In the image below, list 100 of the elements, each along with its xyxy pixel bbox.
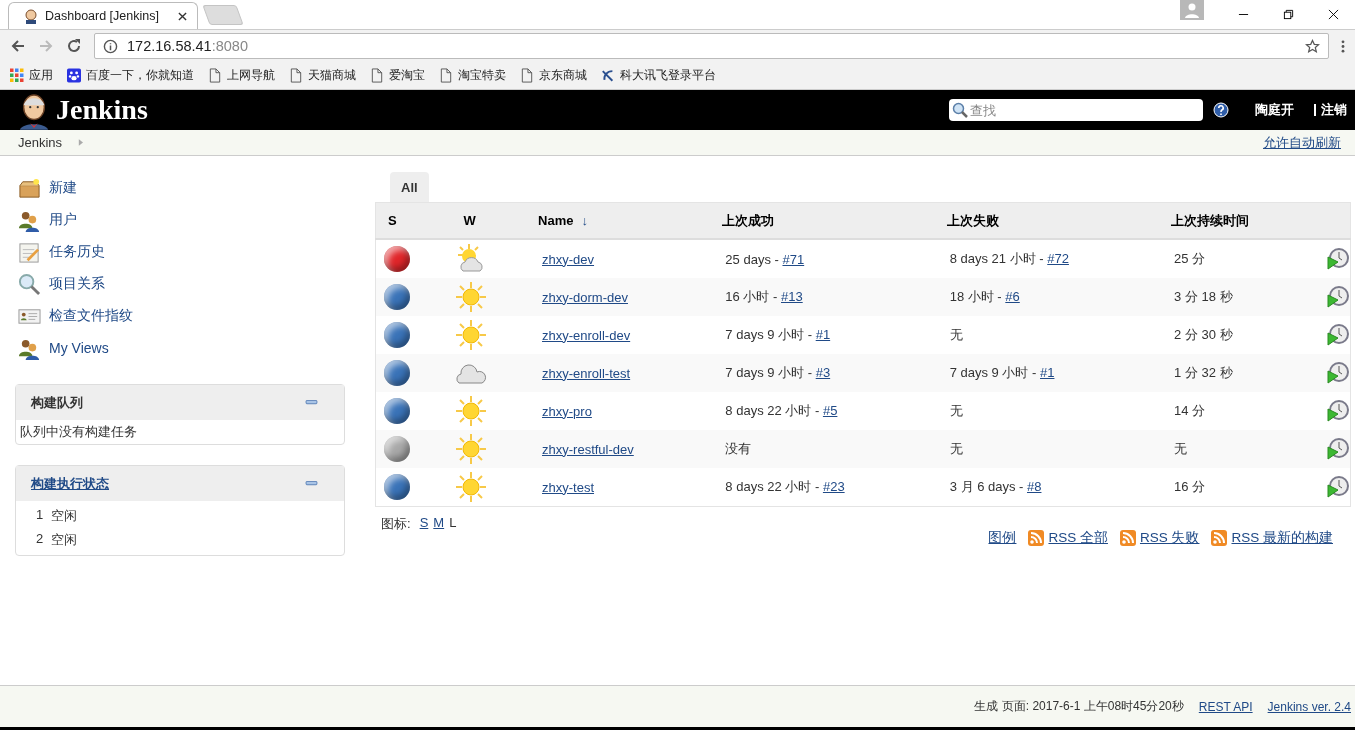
bookmark-item[interactable]: 科大讯飞登录平台 bbox=[601, 67, 716, 84]
caret-icon[interactable] bbox=[78, 139, 84, 146]
icon-size-current: L bbox=[449, 515, 457, 530]
bookmark-item[interactable]: 淘宝特卖 bbox=[439, 67, 506, 84]
column-header[interactable]: 上次失败 bbox=[946, 212, 999, 228]
version-link[interactable]: Jenkins ver. 2.4 bbox=[1267, 699, 1351, 714]
butler-logo-icon bbox=[18, 92, 50, 130]
star-icon[interactable] bbox=[1305, 38, 1320, 54]
bookmark-item[interactable]: 爱淘宝 bbox=[370, 67, 425, 84]
last-success-text: 7 days 9 小时 - bbox=[725, 327, 813, 342]
column-header[interactable]: Name bbox=[538, 213, 574, 228]
generated-time-text: 生成 页面: 2017-6-1 上午08时45分20秒 bbox=[974, 698, 1184, 715]
success-build-link[interactable]: #5 bbox=[822, 403, 838, 418]
clock-play-icon[interactable] bbox=[1326, 437, 1350, 461]
sidebar-item[interactable]: 任务历史 bbox=[15, 236, 345, 268]
clock-play-icon[interactable] bbox=[1326, 475, 1350, 499]
bookmark-item[interactable]: 京东商城 bbox=[520, 67, 587, 84]
sidebar-item[interactable]: 项目关系 bbox=[15, 268, 345, 300]
rss-link[interactable]: RSS 全部 bbox=[1048, 529, 1108, 547]
executor-state: 空闲 bbox=[51, 507, 78, 525]
job-link[interactable]: zhxy-dev bbox=[542, 251, 595, 267]
reload-icon[interactable] bbox=[66, 38, 82, 54]
sidebar-item[interactable]: 新建 bbox=[15, 172, 345, 204]
job-link[interactable]: zhxy-dorm-dev bbox=[542, 289, 628, 305]
browser-tab[interactable]: Dashboard [Jenkins] bbox=[8, 2, 198, 29]
jenkins-logo-text[interactable]: Jenkins bbox=[56, 94, 148, 126]
auto-refresh-link[interactable]: 允许自动刷新 bbox=[1263, 133, 1341, 152]
collapse-icon[interactable] bbox=[305, 400, 318, 405]
rss-icon[interactable] bbox=[1028, 530, 1045, 546]
menu-icon[interactable] bbox=[1341, 38, 1345, 54]
last-failure-text: 7 days 9 小时 - bbox=[949, 365, 1037, 380]
user-link[interactable]: 陶庭开 bbox=[1255, 101, 1294, 119]
clock-play-icon[interactable] bbox=[1326, 361, 1350, 385]
success-build-link[interactable]: #3 bbox=[815, 365, 831, 380]
legend-link[interactable]: 图例 bbox=[988, 529, 1017, 547]
success-build-link[interactable]: #71 bbox=[782, 251, 805, 267]
last-success-text: 25 days - bbox=[725, 251, 779, 267]
sun-icon bbox=[454, 395, 487, 427]
last-failure-text: 3 月 6 days - bbox=[949, 479, 1024, 494]
sidebar-item[interactable]: 用户 bbox=[15, 204, 345, 236]
rss-link[interactable]: RSS 最新的构建 bbox=[1231, 529, 1333, 547]
back-icon[interactable] bbox=[10, 38, 26, 54]
last-failure-text: 无 bbox=[949, 327, 963, 342]
close-icon[interactable] bbox=[178, 11, 187, 21]
bookmark-item[interactable]: 天猫商城 bbox=[289, 67, 356, 84]
search-field[interactable]: 查找 bbox=[949, 99, 1203, 121]
icon-size-label: 图标: bbox=[381, 515, 411, 533]
job-link[interactable]: zhxy-pro bbox=[542, 403, 592, 419]
bookmark-item[interactable]: 上网导航 bbox=[208, 67, 275, 84]
sidebar-item[interactable]: My Views bbox=[15, 332, 345, 364]
clock-play-icon[interactable] bbox=[1326, 285, 1350, 309]
column-header[interactable]: S bbox=[388, 213, 397, 228]
clock-play-icon[interactable] bbox=[1326, 323, 1350, 347]
rss-icon[interactable] bbox=[1119, 530, 1136, 546]
address-field[interactable]: 172.16.58.41:8080 bbox=[94, 33, 1329, 59]
sun-icon bbox=[454, 471, 487, 503]
last-success-text: 8 days 22 小时 - bbox=[725, 479, 820, 494]
bookmark-item[interactable]: 百度一下，你就知道 bbox=[67, 67, 194, 84]
failure-build-link[interactable]: #1 bbox=[1040, 365, 1055, 380]
duration-text: 1 分 32 秒 bbox=[1174, 365, 1233, 380]
last-failure-text: 无 bbox=[949, 441, 963, 456]
queue-empty-text: 队列中没有构建任务 bbox=[20, 423, 138, 441]
sidebar-item[interactable]: 检查文件指纹 bbox=[15, 300, 345, 332]
column-header[interactable]: W bbox=[463, 213, 476, 228]
failure-build-link[interactable]: #8 bbox=[1027, 479, 1042, 494]
last-failure-text: 8 days 21 小时 - bbox=[949, 251, 1044, 266]
job-link[interactable]: zhxy-enroll-dev bbox=[542, 327, 631, 343]
notepad-icon bbox=[18, 240, 41, 264]
close-icon[interactable] bbox=[1328, 9, 1339, 20]
maximize-icon[interactable] bbox=[1283, 9, 1294, 20]
failure-build-link[interactable]: #72 bbox=[1047, 251, 1069, 266]
clock-play-icon[interactable] bbox=[1326, 247, 1350, 271]
executor-number: 1 bbox=[36, 507, 44, 524]
duration-text: 无 bbox=[1174, 441, 1187, 456]
panel-title-link[interactable]: 构建执行状态 bbox=[31, 474, 109, 493]
success-build-link[interactable]: #13 bbox=[781, 289, 803, 304]
success-build-link[interactable]: #1 bbox=[815, 327, 831, 342]
executor-state: 空闲 bbox=[51, 531, 78, 549]
breadcrumb-link[interactable]: Jenkins bbox=[18, 135, 63, 150]
view-tab[interactable]: All bbox=[390, 172, 429, 202]
column-header[interactable]: 上次成功 bbox=[722, 212, 775, 228]
success-build-link[interactable]: #23 bbox=[822, 479, 845, 494]
magnifier-icon bbox=[18, 272, 41, 296]
icon-size-link[interactable]: M bbox=[433, 515, 445, 530]
icon-size-link[interactable]: S bbox=[419, 515, 429, 530]
logout-link[interactable]: 注销 bbox=[1314, 104, 1347, 116]
job-link[interactable]: zhxy-test bbox=[542, 479, 595, 495]
page-icon bbox=[208, 68, 222, 83]
sun-icon bbox=[454, 319, 487, 351]
last-success-text: 没有 bbox=[725, 441, 752, 456]
rest-api-link[interactable]: REST API bbox=[1198, 699, 1253, 714]
rss-icon[interactable] bbox=[1211, 530, 1228, 546]
info-icon[interactable] bbox=[103, 38, 118, 54]
collapse-icon[interactable] bbox=[305, 481, 318, 486]
last-success-text: 7 days 9 小时 - bbox=[725, 365, 813, 380]
clock-play-icon[interactable] bbox=[1326, 399, 1350, 423]
help-icon[interactable] bbox=[1213, 102, 1229, 118]
rss-link[interactable]: RSS 失败 bbox=[1139, 529, 1200, 547]
bookmark-item[interactable]: 应用 bbox=[10, 67, 53, 84]
failure-build-link[interactable]: #6 bbox=[1005, 289, 1020, 304]
